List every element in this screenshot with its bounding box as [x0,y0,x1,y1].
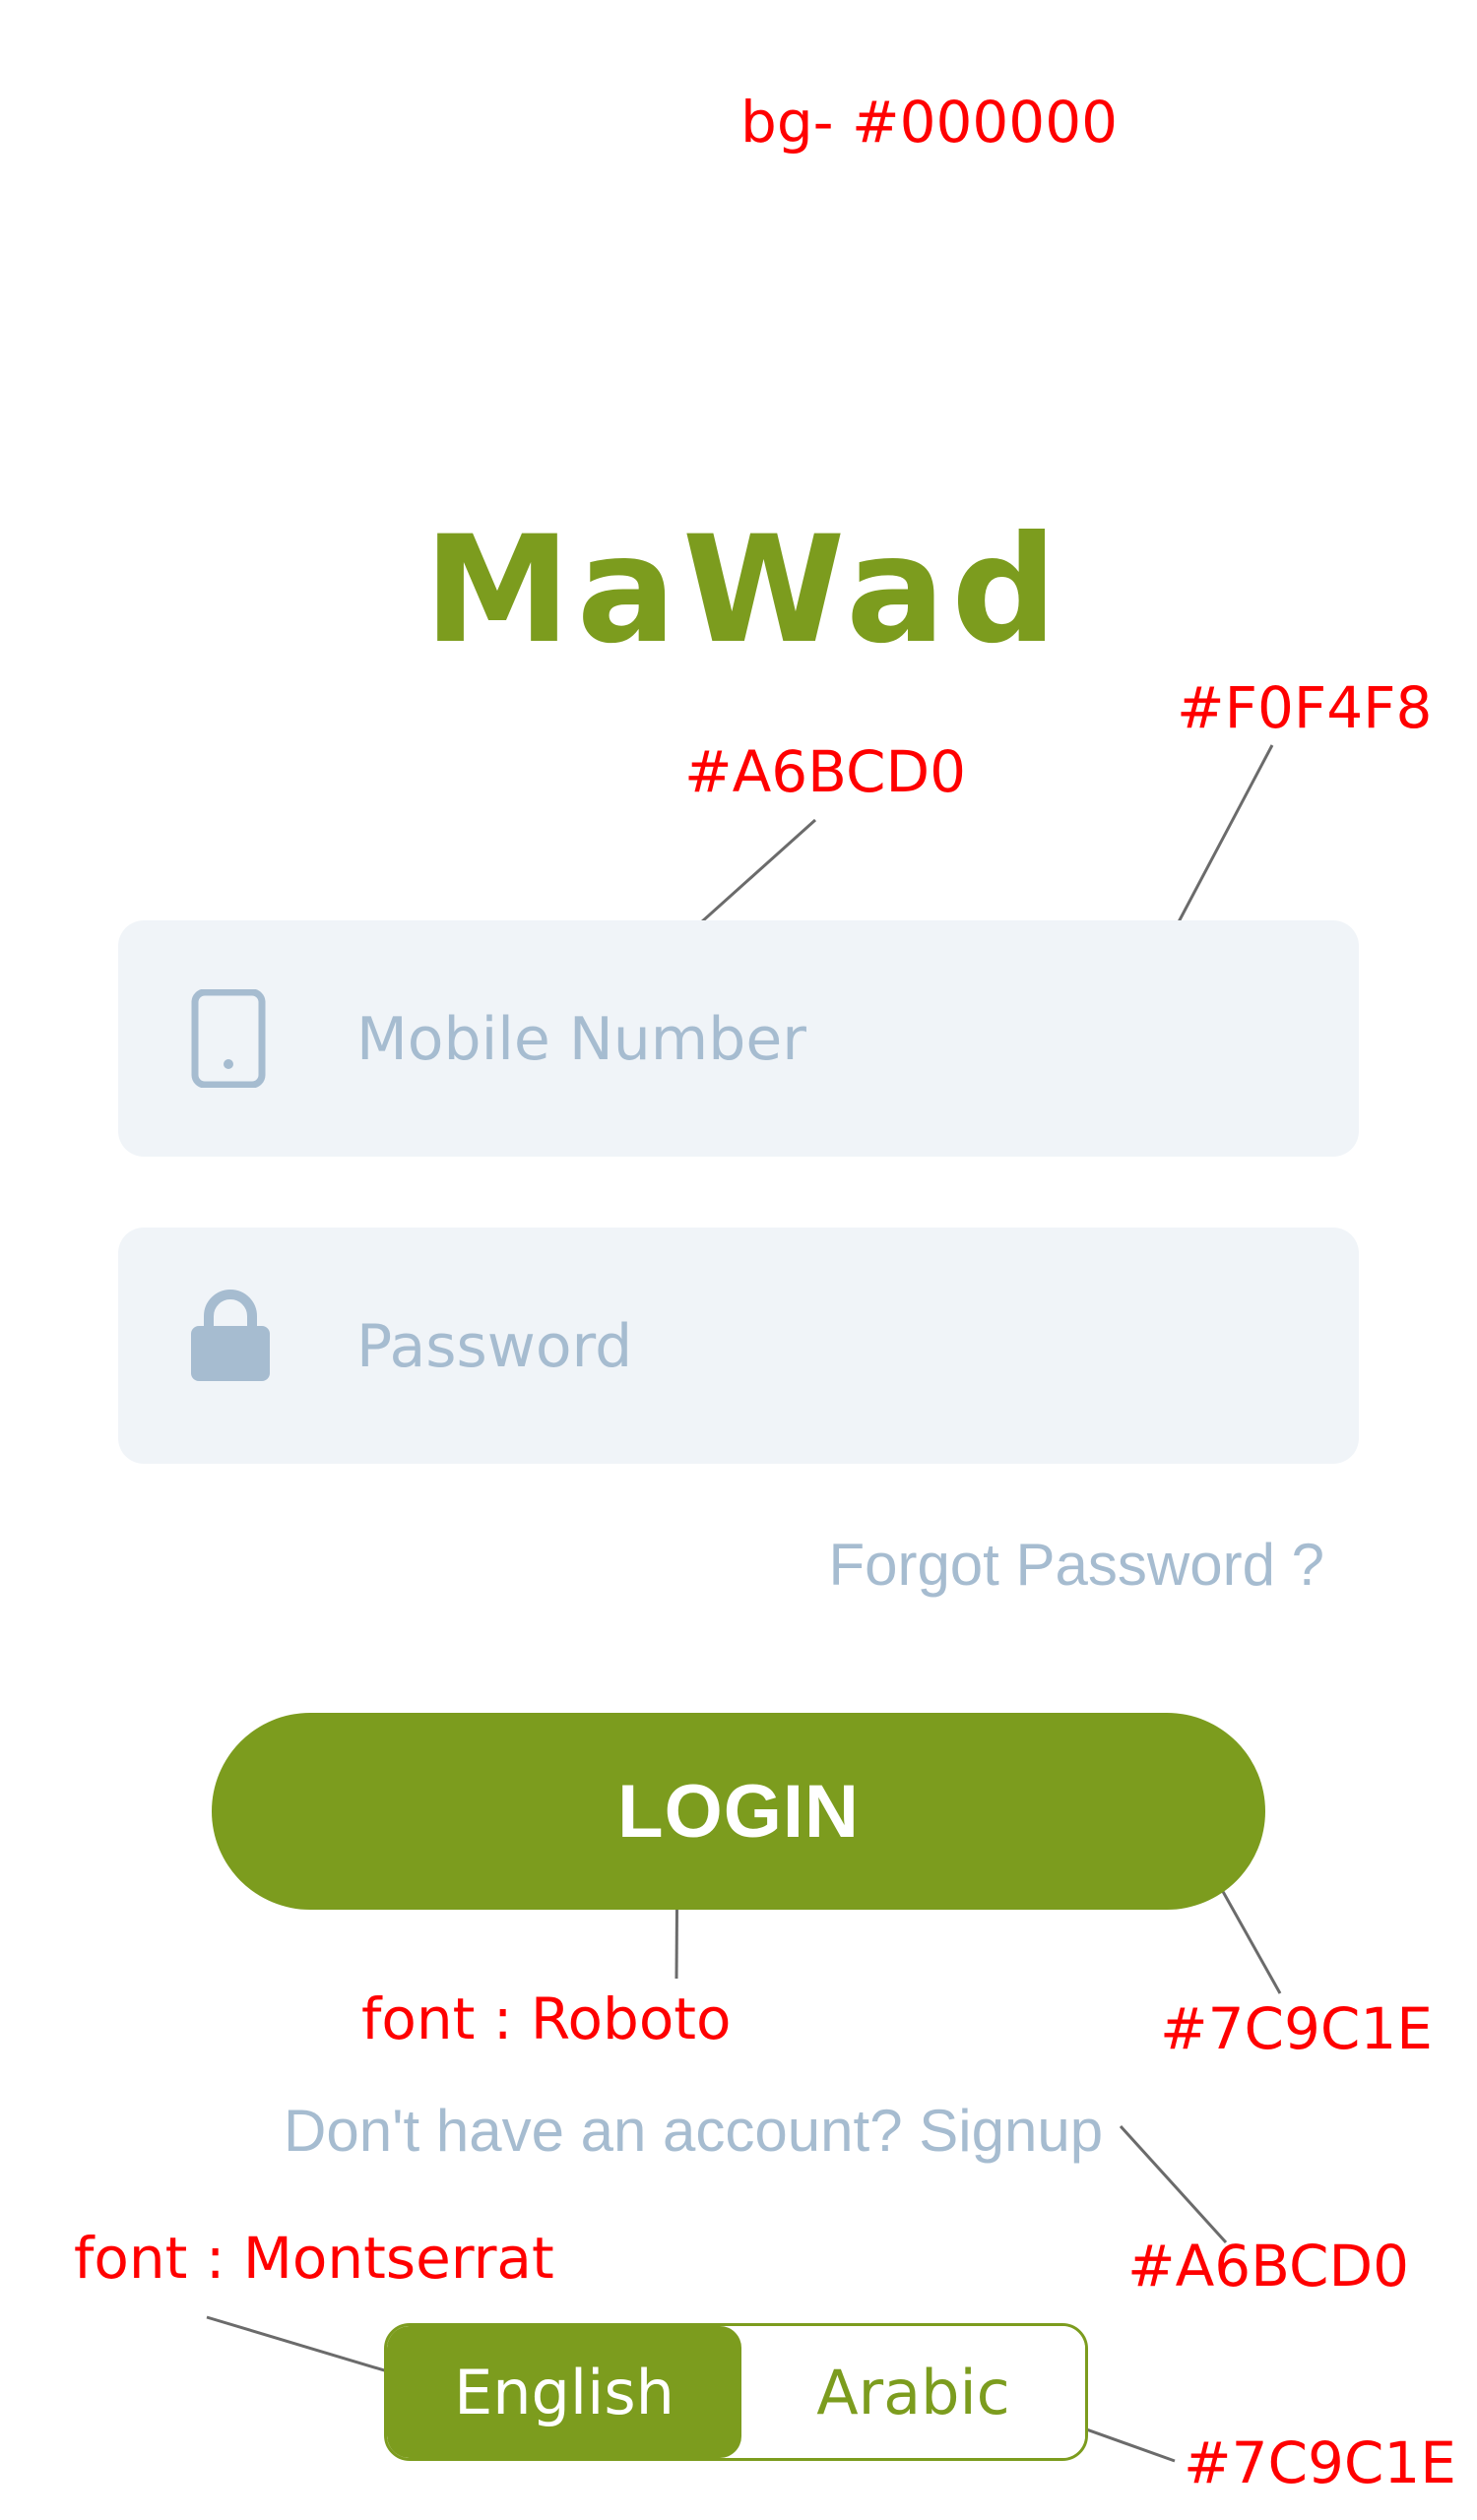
forgot-password-link[interactable]: Forgot Password ? [828,1531,1324,1599]
lock-icon [189,1287,270,1385]
language-english-button[interactable]: English [387,2326,741,2458]
signup-prompt-text: Don't have an account? [284,2098,920,2164]
password-input[interactable] [354,1228,1323,1466]
mobile-number-field[interactable] [118,920,1359,1159]
language-arabic-button[interactable]: Arabic [741,2326,1085,2458]
annotation-signup-color: #A6BCD0 [1127,2233,1410,2300]
annotation-login-font: font : Roboto [361,1985,732,2052]
annotation-field-bg: #F0F4F8 [1177,674,1433,741]
annotation-lang-font: font : Montserrat [74,2225,554,2292]
app-logo: MaWad [423,505,1063,676]
annotation-placeholder-color: #A6BCD0 [684,738,967,805]
phone-icon [189,988,268,1089]
login-button[interactable]: LOGIN [212,1713,1265,1910]
signup-link[interactable]: Signup [919,2098,1103,2164]
annotation-background: bg- #000000 [740,89,1119,156]
password-field[interactable] [118,1228,1359,1466]
annotation-lang-color: #7C9C1E [1184,2429,1456,2496]
mobile-number-input[interactable] [354,920,1323,1159]
signup-prompt: Don't have an account? Signup [284,2097,1103,2165]
language-toggle: English Arabic [384,2323,1088,2461]
annotation-login-color: #7C9C1E [1160,1995,1433,2062]
